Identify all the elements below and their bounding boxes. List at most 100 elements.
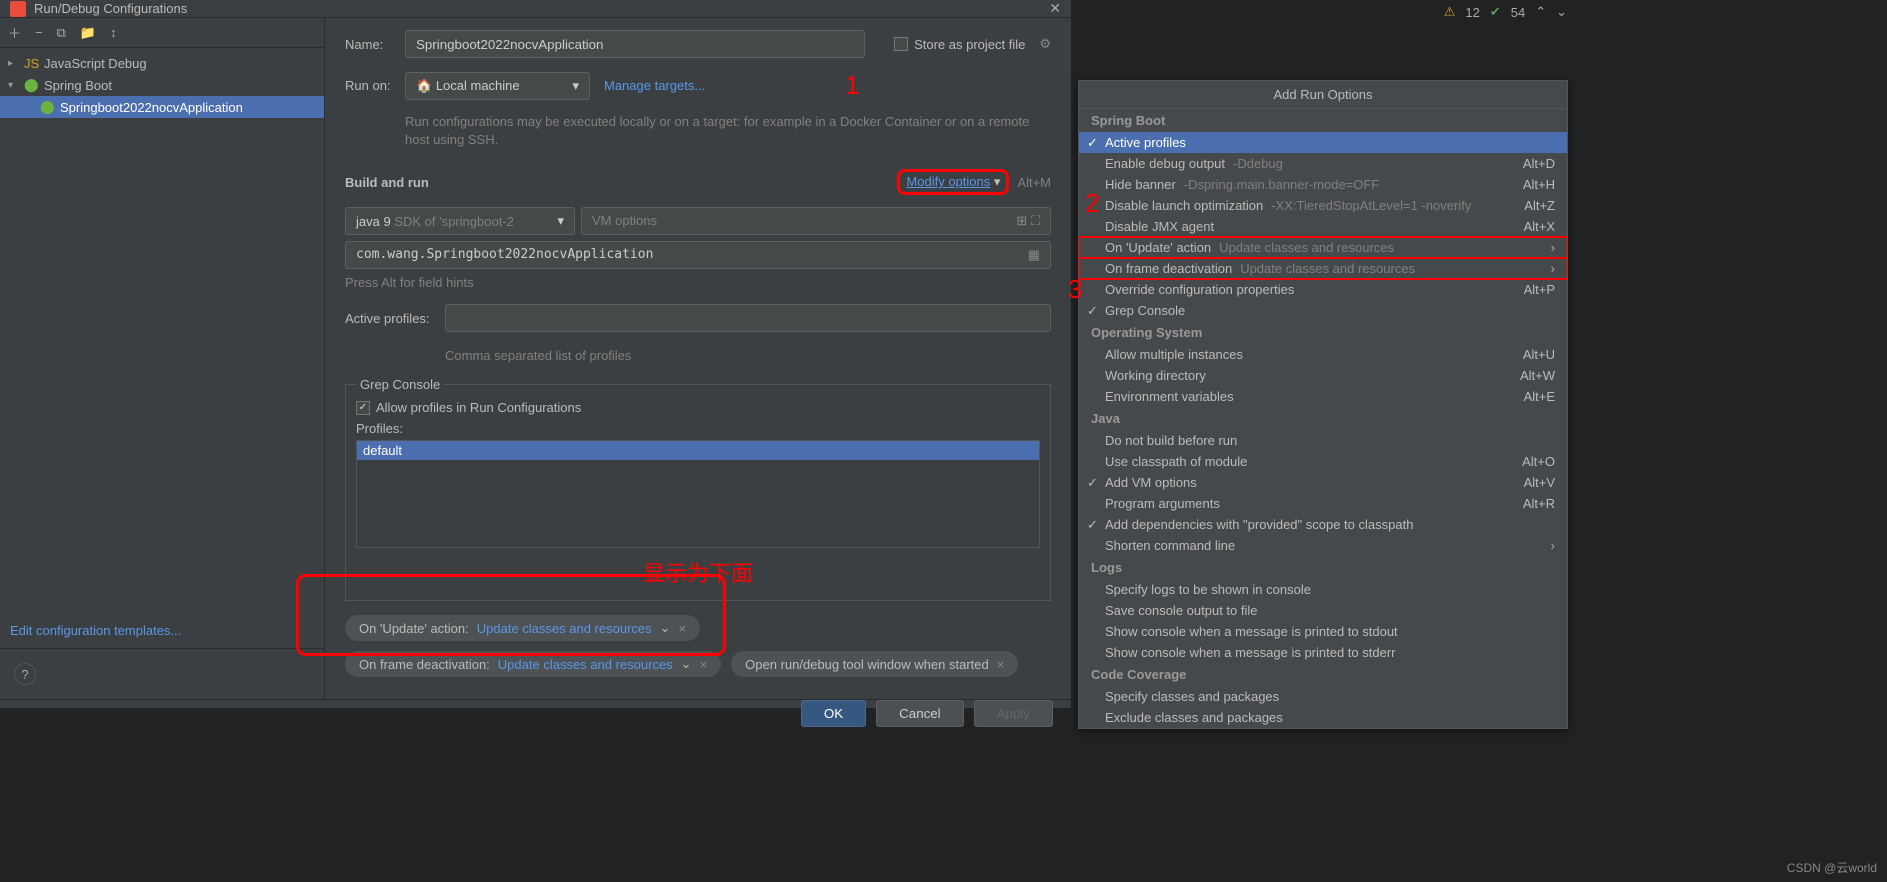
- config-tree: ▸ JS JavaScript Debug ▾ ⬤ Spring Boot ⬤ …: [0, 48, 324, 613]
- mi-sc-stderr[interactable]: Show console when a message is printed t…: [1079, 642, 1567, 663]
- dialog-footer: OK Cancel Apply: [0, 699, 1071, 727]
- ok-count: 54: [1511, 5, 1525, 20]
- add-run-options-popup: Add Run Options Spring Boot ✓Active prof…: [1078, 80, 1568, 729]
- fullscreen-icon[interactable]: ⛶: [1031, 213, 1040, 228]
- cancel-button[interactable]: Cancel: [876, 700, 964, 727]
- sdk-select[interactable]: java 9 SDK of 'springboot-2 ▾: [345, 207, 575, 235]
- mi-on-frame[interactable]: On frame deactivationUpdate classes and …: [1079, 258, 1567, 279]
- mi-env-vars[interactable]: Environment variablesAlt+E: [1079, 386, 1567, 407]
- mi-sc-stdout[interactable]: Show console when a message is printed t…: [1079, 621, 1567, 642]
- mi-disable-jmx[interactable]: Disable JMX agentAlt+X: [1079, 216, 1567, 237]
- status-bar: ⚠ 12 ✔ 54 ⌃ ⌄: [1444, 4, 1567, 20]
- chevron-down-icon: ▾: [572, 78, 579, 94]
- section-spring: Spring Boot: [1079, 109, 1567, 132]
- mi-classpath[interactable]: Use classpath of moduleAlt+O: [1079, 451, 1567, 472]
- chevron-down-icon[interactable]: ⌄: [681, 656, 692, 672]
- spring-icon: ⬤: [40, 99, 54, 115]
- active-profiles-input[interactable]: [445, 304, 1051, 332]
- js-icon: JS: [24, 56, 38, 71]
- runon-select[interactable]: 🏠 Local machine ▾: [405, 72, 590, 100]
- pill-label: On frame deactivation:: [359, 657, 490, 672]
- allow-profiles-label: Allow profiles in Run Configurations: [376, 400, 581, 415]
- on-update-pill[interactable]: On 'Update' action: Update classes and r…: [345, 615, 700, 641]
- check-icon: ✓: [1087, 135, 1098, 151]
- name-input[interactable]: [405, 30, 865, 58]
- mi-specify-logs[interactable]: Specify logs to be shown in console: [1079, 579, 1567, 600]
- warn-count: 12: [1465, 5, 1479, 20]
- gear-icon[interactable]: ⚙: [1039, 36, 1051, 52]
- mi-work-dir[interactable]: Working directoryAlt+W: [1079, 365, 1567, 386]
- config-toolbar: ＋ − ⧉ 📁 ↕: [0, 18, 324, 48]
- main-class-input[interactable]: com.wang.Springboot2022nocvApplication ▦: [345, 241, 1051, 269]
- remove-icon[interactable]: ×: [997, 657, 1005, 672]
- collapse-icon[interactable]: ▾: [8, 80, 18, 91]
- chevron-up-icon[interactable]: ⌃: [1535, 4, 1546, 20]
- tree-label: Spring Boot: [44, 78, 112, 93]
- on-frame-pill[interactable]: On frame deactivation: Update classes an…: [345, 651, 721, 677]
- field-hints: Press Alt for field hints: [345, 275, 1051, 290]
- mi-provided[interactable]: ✓Add dependencies with "provided" scope …: [1079, 514, 1567, 535]
- ok-icon: ✔: [1490, 4, 1501, 20]
- mi-grep-console[interactable]: ✓Grep Console: [1079, 300, 1567, 321]
- allow-profiles-checkbox[interactable]: ✓: [356, 401, 370, 415]
- mi-on-update[interactable]: On 'Update' actionUpdate classes and res…: [1079, 237, 1567, 258]
- store-label: Store as project file: [914, 37, 1025, 52]
- expand-icon[interactable]: ⊞: [1016, 213, 1027, 228]
- sort-config-button[interactable]: ↕: [110, 25, 117, 40]
- expand-icon[interactable]: ▸: [8, 58, 18, 69]
- store-checkbox[interactable]: [894, 37, 908, 51]
- copy-config-button[interactable]: ⧉: [57, 25, 66, 41]
- open-tool-window-pill[interactable]: Open run/debug tool window when started …: [731, 651, 1018, 677]
- modify-shortcut: Alt+M: [1017, 175, 1051, 190]
- mi-shorten[interactable]: Shorten command line›: [1079, 535, 1567, 556]
- save-config-button[interactable]: 📁: [80, 25, 96, 41]
- mi-specify-classes[interactable]: Specify classes and packages: [1079, 686, 1567, 707]
- mi-save-output[interactable]: Save console output to file: [1079, 600, 1567, 621]
- config-form-pane: Name: Store as project file ⚙ Run on: 🏠 …: [325, 18, 1071, 699]
- popup-title: Add Run Options: [1079, 81, 1567, 109]
- profile-item[interactable]: default: [357, 441, 1039, 460]
- edit-templates-link[interactable]: Edit configuration templates...: [10, 623, 181, 638]
- add-config-button[interactable]: ＋: [8, 23, 21, 42]
- profiles-list[interactable]: default: [356, 440, 1040, 548]
- remove-config-button[interactable]: −: [35, 25, 43, 40]
- app-config-node[interactable]: ⬤ Springboot2022nocvApplication: [0, 96, 324, 118]
- manage-targets-link[interactable]: Manage targets...: [604, 78, 705, 93]
- dialog-title: Run/Debug Configurations: [34, 1, 1049, 16]
- mi-override-cfg[interactable]: Override configuration propertiesAlt+P: [1079, 279, 1567, 300]
- ok-button[interactable]: OK: [801, 700, 866, 727]
- vm-options-input[interactable]: VM options ⊞ ⛶: [581, 207, 1051, 235]
- mi-vm-opts[interactable]: ✓Add VM optionsAlt+V: [1079, 472, 1567, 493]
- spring-icon: ⬤: [24, 77, 38, 93]
- remove-icon[interactable]: ×: [679, 621, 687, 636]
- close-icon[interactable]: ✕: [1049, 0, 1061, 17]
- modify-options-link[interactable]: Modify options: [906, 174, 990, 189]
- mi-enable-debug[interactable]: Enable debug output-DdebugAlt+D: [1079, 153, 1567, 174]
- runon-hint: Run configurations may be executed local…: [405, 113, 1051, 149]
- tree-label: Springboot2022nocvApplication: [60, 100, 243, 115]
- mi-no-build[interactable]: Do not build before run: [1079, 430, 1567, 451]
- section-java: Java: [1079, 407, 1567, 430]
- mi-disable-launch[interactable]: Disable launch optimization-XX:TieredSto…: [1079, 195, 1567, 216]
- browse-icon[interactable]: ▦: [1028, 247, 1040, 263]
- chevron-down-icon[interactable]: ⌄: [1556, 4, 1567, 20]
- annotation-3: 3: [1068, 274, 1082, 305]
- warn-icon: ⚠: [1444, 4, 1456, 20]
- js-debug-node[interactable]: ▸ JS JavaScript Debug: [0, 52, 324, 74]
- pill-label: Open run/debug tool window when started: [745, 657, 989, 672]
- mi-exclude-classes[interactable]: Exclude classes and packages: [1079, 707, 1567, 728]
- pill-label: On 'Update' action:: [359, 621, 469, 636]
- runon-value: Local machine: [436, 78, 520, 93]
- chevron-down-icon[interactable]: ⌄: [660, 620, 671, 636]
- main-class-value: com.wang.Springboot2022nocvApplication: [356, 247, 653, 263]
- remove-icon[interactable]: ×: [700, 657, 708, 672]
- mi-active-profiles[interactable]: ✓Active profiles: [1079, 132, 1567, 153]
- mi-allow-multi[interactable]: Allow multiple instancesAlt+U: [1079, 344, 1567, 365]
- pill-value: Update classes and resources: [477, 621, 652, 636]
- mi-prog-args[interactable]: Program argumentsAlt+R: [1079, 493, 1567, 514]
- mi-hide-banner[interactable]: Hide banner-Dspring.main.banner-mode=OFF…: [1079, 174, 1567, 195]
- spring-boot-node[interactable]: ▾ ⬤ Spring Boot: [0, 74, 324, 96]
- apply-button[interactable]: Apply: [974, 700, 1053, 727]
- run-debug-config-dialog: Run/Debug Configurations ✕ ＋ − ⧉ 📁 ↕ ▸ J…: [0, 0, 1071, 708]
- help-button[interactable]: ?: [14, 663, 36, 685]
